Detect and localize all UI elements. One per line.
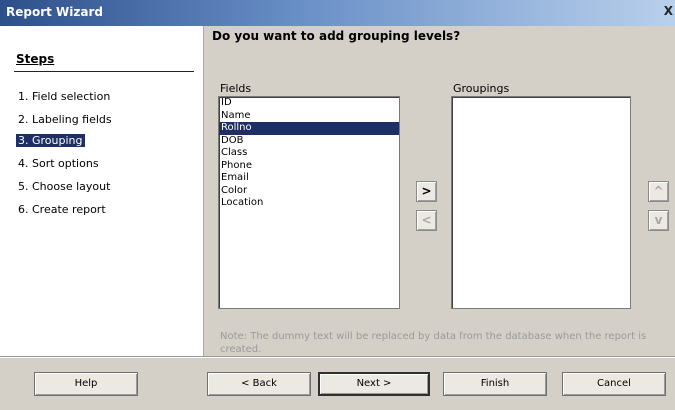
note-text: Note: The dummy text will be replaced by…	[220, 331, 647, 355]
move-down-button[interactable]: v	[648, 210, 669, 231]
close-icon[interactable]: X	[664, 4, 673, 18]
add-grouping-button[interactable]: >	[416, 181, 437, 202]
cancel-button[interactable]: Cancel	[562, 372, 666, 396]
next-button[interactable]: Next >	[318, 372, 430, 396]
step-grouping[interactable]: 3. Grouping	[16, 134, 85, 147]
finish-button[interactable]: Finish	[443, 372, 547, 396]
step-sort-options[interactable]: 4. Sort options	[16, 157, 101, 170]
field-item[interactable]: Phone	[219, 160, 399, 173]
remove-grouping-button[interactable]: <	[416, 210, 437, 231]
help-button[interactable]: Help	[34, 372, 138, 396]
step-choose-layout[interactable]: 5. Choose layout	[16, 180, 112, 193]
step-labeling-fields[interactable]: 2. Labeling fields	[16, 113, 114, 126]
steps-divider	[14, 71, 194, 72]
move-up-button[interactable]: ^	[648, 181, 669, 202]
back-button[interactable]: < Back	[207, 372, 311, 396]
title-bar: Report Wizard X	[0, 0, 675, 26]
window-title: Report Wizard	[6, 5, 103, 19]
footer-divider-highlight	[0, 357, 675, 358]
groupings-label: Groupings	[453, 82, 510, 95]
page-title: Do you want to add grouping levels?	[212, 29, 461, 43]
steps-heading: Steps	[16, 52, 55, 66]
fields-listbox[interactable]: ID Name Rollno DOB Class Phone Email Color Locat…	[218, 96, 400, 309]
field-item[interactable]: Email	[219, 172, 399, 185]
groupings-listbox[interactable]	[451, 96, 631, 309]
step-field-selection[interactable]: 1. Field selection	[16, 90, 112, 103]
field-item[interactable]: Name	[219, 110, 399, 123]
field-item[interactable]: DOB	[219, 135, 399, 148]
fields-label: Fields	[220, 82, 252, 95]
field-item[interactable]: Color	[219, 185, 399, 198]
steps-panel: Steps 1. Field selection 2. Labeling fie…	[0, 26, 204, 357]
field-item[interactable]: Location	[219, 197, 399, 210]
field-item[interactable]: Rollno	[219, 122, 399, 135]
field-item[interactable]: Class	[219, 147, 399, 160]
field-item[interactable]: ID	[219, 97, 399, 110]
step-create-report[interactable]: 6. Create report	[16, 203, 108, 216]
